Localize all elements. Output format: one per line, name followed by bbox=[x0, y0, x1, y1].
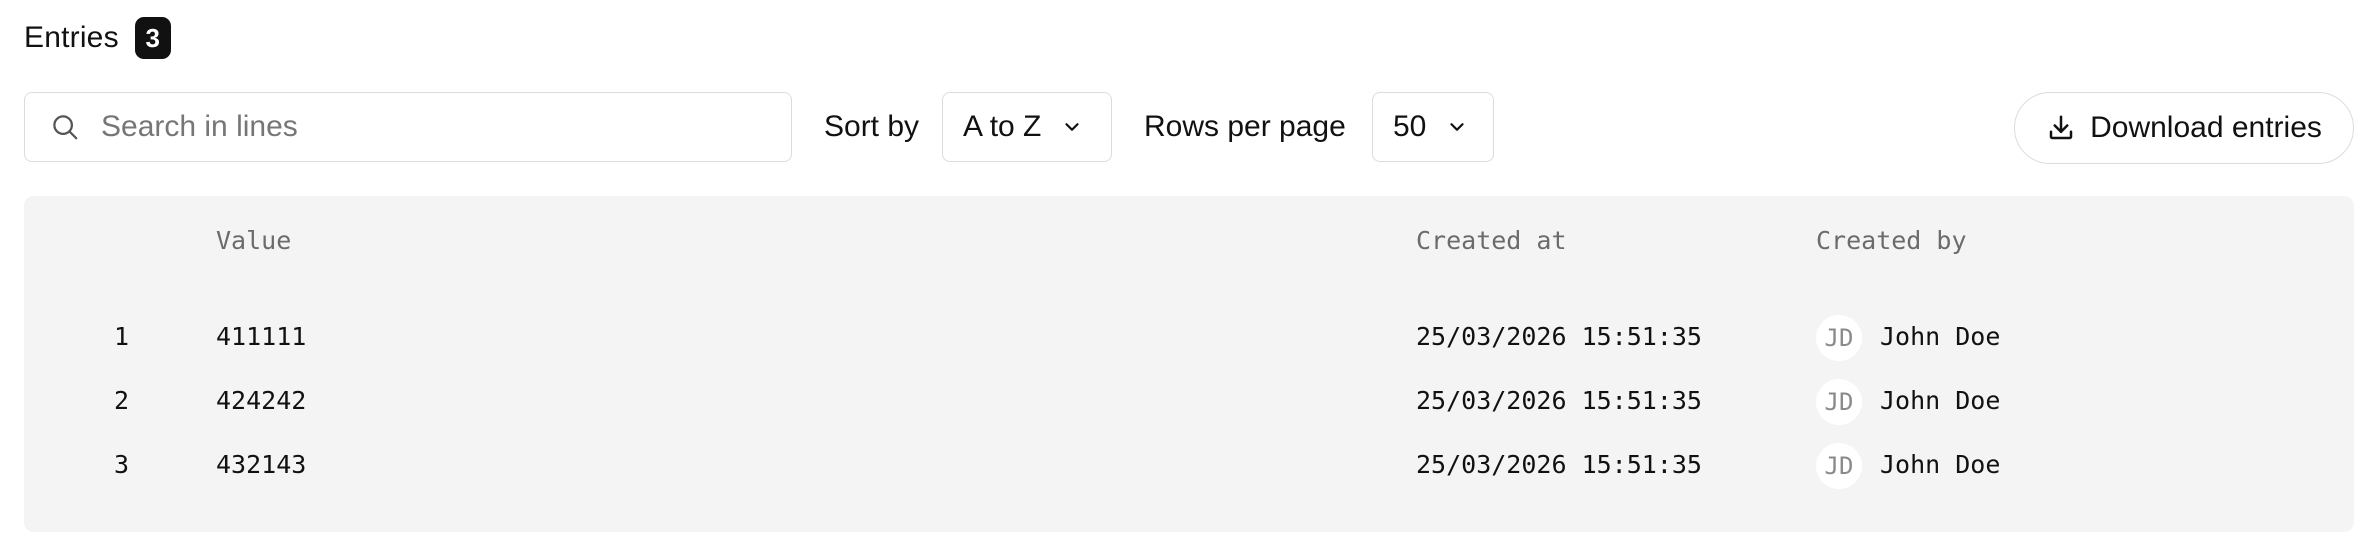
column-header-value: Value bbox=[216, 226, 292, 255]
row-created-at: 25/03/2026 15:51:35 bbox=[1416, 450, 1702, 479]
row-created-by: John Doe bbox=[1880, 450, 2001, 479]
row-value: 424242 bbox=[216, 386, 307, 415]
chevron-down-icon bbox=[1061, 116, 1083, 138]
avatar: JD bbox=[1816, 443, 1862, 489]
search-icon bbox=[49, 111, 81, 143]
sort-select-value: A to Z bbox=[963, 110, 1042, 143]
row-index: 1 bbox=[114, 322, 130, 351]
rows-per-page-select[interactable]: 50 bbox=[1372, 92, 1494, 162]
rows-per-page-label: Rows per page bbox=[1144, 110, 1346, 143]
chevron-down-icon bbox=[1446, 116, 1468, 138]
entries-count-badge: 3 bbox=[134, 17, 171, 59]
row-value: 411111 bbox=[216, 322, 307, 351]
search-box[interactable] bbox=[24, 92, 792, 162]
row-created-at: 25/03/2026 15:51:35 bbox=[1416, 322, 1702, 351]
row-created-by: John Doe bbox=[1880, 322, 2001, 351]
sort-select[interactable]: A to Z bbox=[942, 92, 1112, 162]
row-created-by: John Doe bbox=[1880, 386, 2001, 415]
download-icon bbox=[2046, 113, 2076, 143]
row-value: 432143 bbox=[216, 450, 307, 479]
rows-per-page-value: 50 bbox=[1393, 110, 1427, 143]
row-created-at: 25/03/2026 15:51:35 bbox=[1416, 386, 1702, 415]
column-header-created-by: Created by bbox=[1816, 226, 1967, 255]
avatar: JD bbox=[1816, 315, 1862, 361]
sort-by-label: Sort by bbox=[824, 110, 920, 143]
entries-header: Entries 3 bbox=[24, 14, 171, 62]
search-input[interactable] bbox=[99, 109, 743, 145]
row-index: 3 bbox=[114, 450, 130, 479]
entries-table: Value Created at Created by 1 411111 25/… bbox=[24, 196, 2354, 532]
avatar: JD bbox=[1816, 379, 1862, 425]
download-entries-label: Download entries bbox=[2090, 111, 2322, 144]
download-entries-button[interactable]: Download entries bbox=[2014, 92, 2354, 164]
toolbar: Sort by A to Z Rows per page 50 Download… bbox=[24, 92, 2354, 164]
page-title: Entries bbox=[24, 21, 119, 54]
row-index: 2 bbox=[114, 386, 130, 415]
column-header-created-at: Created at bbox=[1416, 226, 1567, 255]
